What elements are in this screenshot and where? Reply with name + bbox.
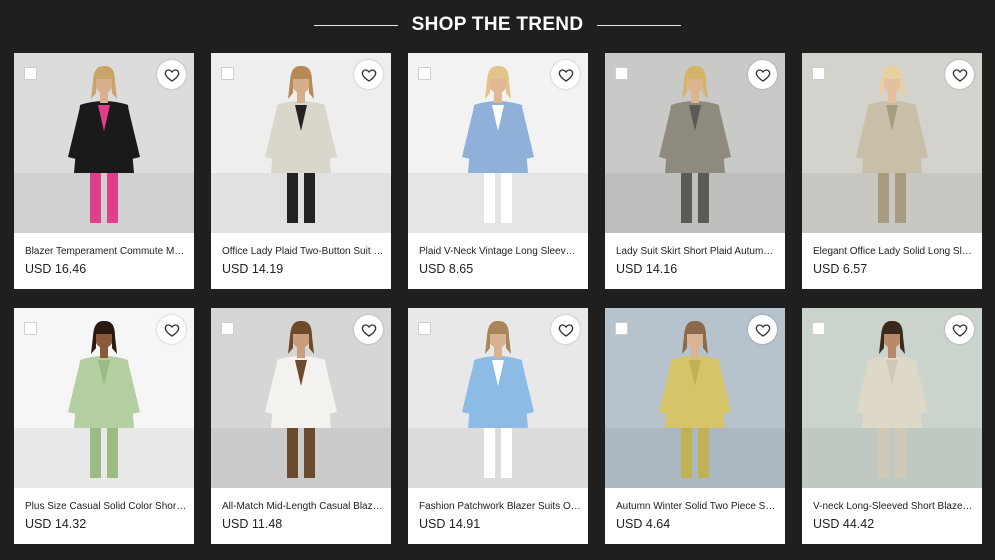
heart-icon: [164, 67, 180, 83]
wishlist-button[interactable]: [551, 315, 580, 344]
product-price: USD 14.19: [222, 262, 284, 276]
product-card[interactable]: Office Lady Plaid Two-Button Suit B... US…: [211, 53, 391, 289]
heart-icon: [558, 322, 574, 338]
select-checkbox[interactable]: [221, 322, 234, 335]
product-title[interactable]: All-Match Mid-Length Casual Blaze...: [222, 501, 384, 512]
heart-icon: [558, 67, 574, 83]
select-checkbox[interactable]: [812, 67, 825, 80]
product-title[interactable]: Office Lady Plaid Two-Button Suit B...: [222, 246, 384, 257]
product-card[interactable]: Lady Suit Skirt Short Plaid Autumn ... US…: [605, 53, 785, 289]
product-grid: Blazer Temperament Commute Me... USD 16.4…: [14, 53, 982, 544]
product-card[interactable]: Plus Size Casual Solid Color Short T... U…: [14, 308, 194, 544]
product-card[interactable]: All-Match Mid-Length Casual Blaze... USD …: [211, 308, 391, 544]
heart-icon: [361, 322, 377, 338]
heart-icon: [361, 67, 377, 83]
product-title[interactable]: Plus Size Casual Solid Color Short T...: [25, 501, 187, 512]
product-price: USD 4.64: [616, 517, 671, 531]
product-price: USD 16.46: [25, 262, 87, 276]
wishlist-button[interactable]: [748, 315, 777, 344]
select-checkbox[interactable]: [418, 322, 431, 335]
wishlist-button[interactable]: [157, 60, 186, 89]
product-card[interactable]: Fashion Patchwork Blazer Suits Offi... US…: [408, 308, 588, 544]
product-card[interactable]: Autumn Winter Solid Two Piece Set... USD …: [605, 308, 785, 544]
product-price: USD 14.16: [616, 262, 678, 276]
product-price: USD 6.57: [813, 262, 868, 276]
wishlist-button[interactable]: [157, 315, 186, 344]
product-card[interactable]: Elegant Office Lady Solid Long Slee... US…: [802, 53, 982, 289]
wishlist-button[interactable]: [748, 60, 777, 89]
select-checkbox[interactable]: [615, 67, 628, 80]
select-checkbox[interactable]: [812, 322, 825, 335]
header-divider-left: [313, 24, 398, 26]
heart-icon: [952, 322, 968, 338]
heart-icon: [755, 67, 771, 83]
section-header: SHOP THE TREND: [0, 0, 995, 50]
product-card[interactable]: Plaid V-Neck Vintage Long Sleeve ... USD …: [408, 53, 588, 289]
heart-icon: [952, 67, 968, 83]
select-checkbox[interactable]: [24, 67, 37, 80]
product-price: USD 14.32: [25, 517, 87, 531]
section-title: SHOP THE TREND: [411, 14, 584, 35]
heart-icon: [164, 322, 180, 338]
product-card[interactable]: Blazer Temperament Commute Me... USD 16.4…: [14, 53, 194, 289]
product-title[interactable]: Lady Suit Skirt Short Plaid Autumn ...: [616, 246, 778, 257]
product-price: USD 44.42: [813, 517, 875, 531]
product-price: USD 14.91: [419, 517, 481, 531]
header-divider-right: [597, 24, 682, 26]
select-checkbox[interactable]: [615, 322, 628, 335]
product-card[interactable]: V-neck Long-Sleeved Short Blazer ... USD …: [802, 308, 982, 544]
wishlist-button[interactable]: [945, 315, 974, 344]
heart-icon: [755, 322, 771, 338]
wishlist-button[interactable]: [945, 60, 974, 89]
wishlist-button[interactable]: [354, 60, 383, 89]
select-checkbox[interactable]: [221, 67, 234, 80]
wishlist-button[interactable]: [551, 60, 580, 89]
wishlist-button[interactable]: [354, 315, 383, 344]
product-title[interactable]: Blazer Temperament Commute Me...: [25, 246, 187, 257]
product-title[interactable]: Plaid V-Neck Vintage Long Sleeve ...: [419, 246, 581, 257]
select-checkbox[interactable]: [418, 67, 431, 80]
select-checkbox[interactable]: [24, 322, 37, 335]
product-title[interactable]: V-neck Long-Sleeved Short Blazer ...: [813, 501, 975, 512]
product-title[interactable]: Elegant Office Lady Solid Long Slee...: [813, 246, 975, 257]
product-title[interactable]: Autumn Winter Solid Two Piece Set...: [616, 501, 778, 512]
product-price: USD 11.48: [222, 517, 283, 531]
product-price: USD 8.65: [419, 262, 474, 276]
product-title[interactable]: Fashion Patchwork Blazer Suits Offi...: [419, 501, 581, 512]
